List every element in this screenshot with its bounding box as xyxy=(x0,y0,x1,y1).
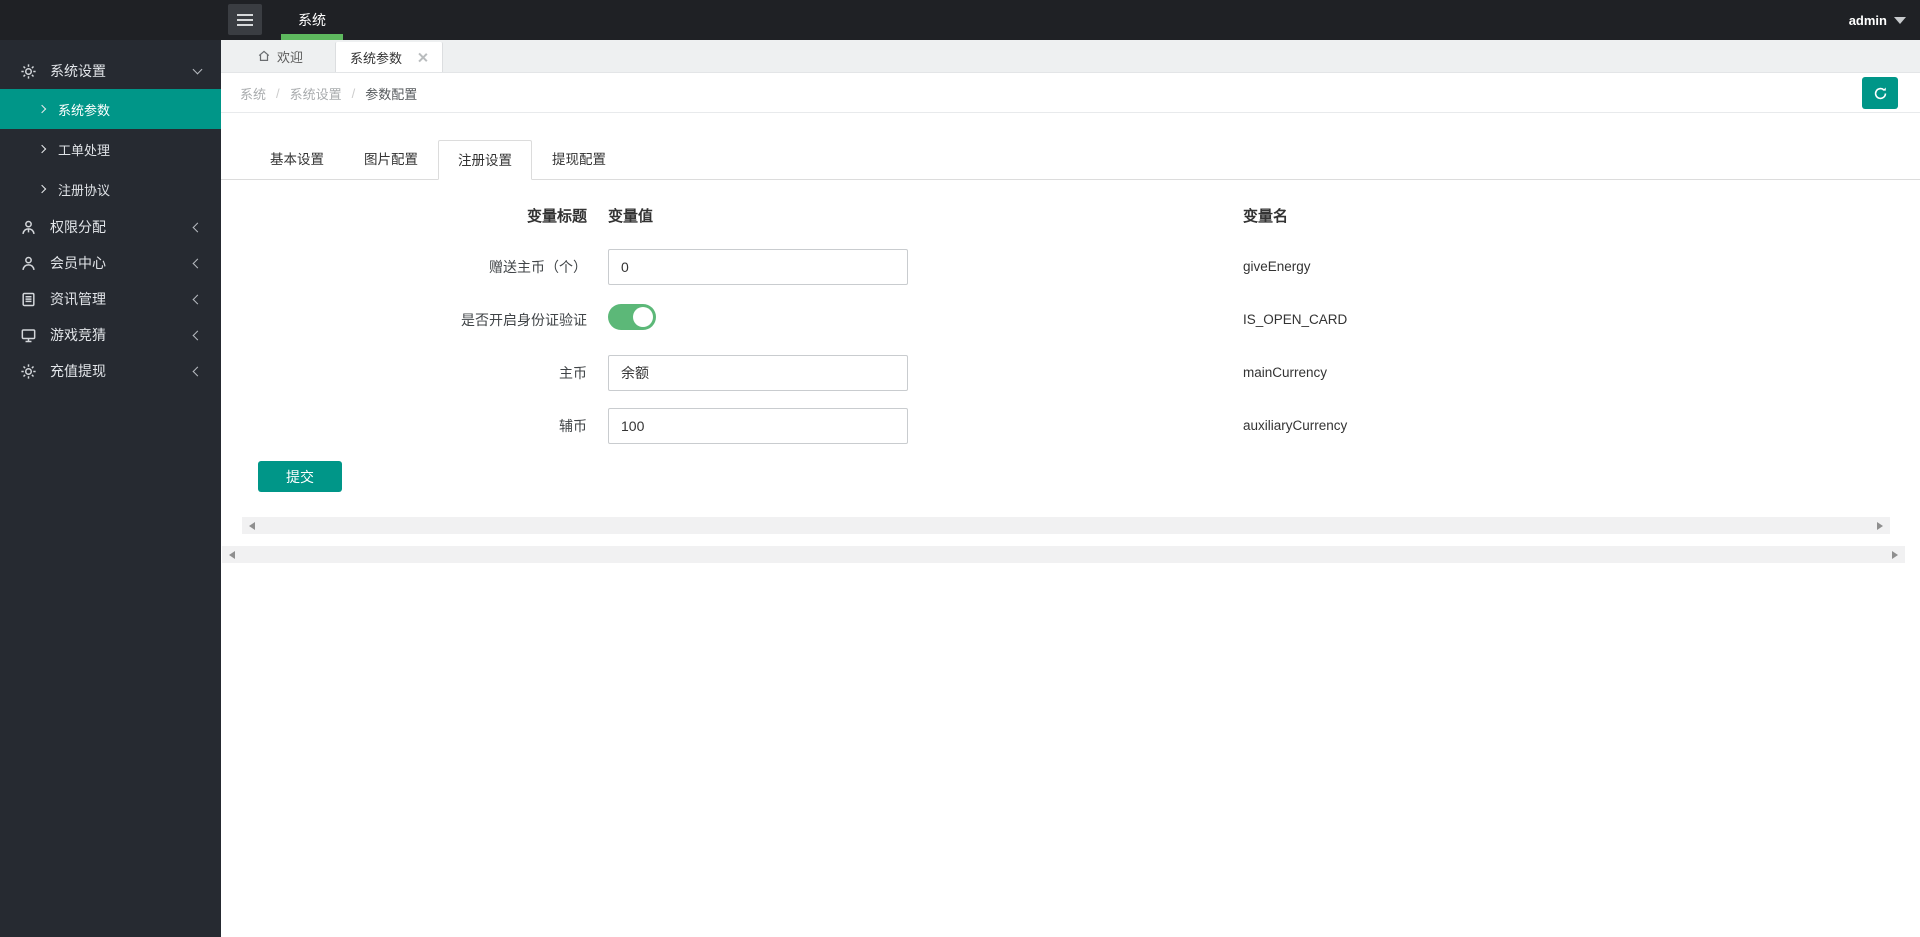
submit-button[interactable]: 提交 xyxy=(258,461,342,492)
id-verify-toggle[interactable] xyxy=(608,304,656,330)
field-label: 赠送主币（个） xyxy=(489,258,587,275)
scroll-right-arrow-icon[interactable] xyxy=(1877,521,1883,530)
chevron-right-icon xyxy=(37,104,47,114)
breadcrumb-separator: / xyxy=(276,85,280,101)
book-icon xyxy=(20,291,37,308)
table-row: 主币 mainCurrency xyxy=(221,346,1920,399)
sidebar-toggle-button[interactable] xyxy=(228,4,262,35)
field-label: 主币 xyxy=(559,364,587,381)
breadcrumb: 系统 / 系统设置 / 参数配置 xyxy=(240,73,417,113)
horizontal-scrollbar-inner[interactable] xyxy=(242,517,1890,534)
scroll-right-arrow-icon[interactable] xyxy=(1892,550,1898,559)
sidebar-item-label: 权限分配 xyxy=(50,219,106,235)
chevron-right-icon xyxy=(37,184,47,194)
sidebar-item-game-guess[interactable]: 游戏竞猜 xyxy=(0,317,221,353)
tab-withdraw-config[interactable]: 提现配置 xyxy=(532,140,626,180)
sidebar-item-member-center[interactable]: 会员中心 xyxy=(0,245,221,281)
window-tab-bar: 欢迎 系统参数 xyxy=(221,40,1920,73)
give-energy-input[interactable] xyxy=(608,248,908,285)
breadcrumb-bar: 系统 / 系统设置 / 参数配置 xyxy=(221,73,1920,113)
variable-name: giveEnergy xyxy=(1243,259,1311,274)
variable-name: auxiliaryCurrency xyxy=(1243,418,1348,433)
table-row: 赠送主币（个） giveEnergy xyxy=(221,240,1920,293)
username: admin xyxy=(1848,12,1887,28)
tab-image-config[interactable]: 图片配置 xyxy=(344,140,438,180)
breadcrumb-separator: / xyxy=(351,85,356,101)
variable-name: mainCurrency xyxy=(1243,365,1328,380)
breadcrumb-item-current: 参数配置 xyxy=(365,86,418,102)
breadcrumb-item[interactable]: 系统设置 xyxy=(290,84,342,103)
chevron-left-icon xyxy=(192,258,203,268)
scroll-left-arrow-icon[interactable] xyxy=(229,550,235,559)
settings-panel: 基本设置 图片配置 注册设置 提现配置 变量标题 变量值 变量名 赠送主币（个）… xyxy=(221,113,1920,492)
toggle-knob xyxy=(633,307,653,327)
chevron-left-icon xyxy=(192,330,203,340)
field-label: 辅币 xyxy=(559,417,587,434)
sidebar-subitem-register-agreement[interactable]: 注册协议 xyxy=(0,169,221,209)
horizontal-scrollbar-outer[interactable] xyxy=(222,546,1905,563)
sidebar-subitem-label: 系统参数 xyxy=(58,102,111,118)
sidebar-item-label: 资讯管理 xyxy=(50,291,106,307)
sidebar-item-news-management[interactable]: 资讯管理 xyxy=(0,281,221,317)
column-header-name: 变量名 xyxy=(1243,207,1289,225)
auxiliary-currency-input[interactable] xyxy=(608,407,908,444)
table-row: 辅币 auxiliaryCurrency xyxy=(221,399,1920,452)
sidebar-subitem-label: 工单处理 xyxy=(58,142,111,158)
tab-register-settings[interactable]: 注册设置 xyxy=(438,140,532,180)
gear-icon xyxy=(20,363,37,380)
table-row: 是否开启身份证验证 IS_OPEN_CARD xyxy=(221,293,1920,346)
main-currency-input[interactable] xyxy=(608,354,908,391)
home-icon xyxy=(258,50,270,61)
active-nav-underline xyxy=(281,34,343,40)
refresh-icon xyxy=(1874,86,1886,99)
topnav-item-system[interactable]: 系统 xyxy=(281,0,343,40)
hamburger-icon xyxy=(237,13,253,26)
tab-system-params[interactable]: 系统参数 xyxy=(335,42,444,72)
sidebar-item-system-settings[interactable]: 系统设置 xyxy=(0,53,221,89)
sidebar-item-permissions[interactable]: 权限分配 xyxy=(0,209,221,245)
topbar: 系统 admin xyxy=(0,0,1920,40)
gear-icon xyxy=(20,63,37,80)
field-label: 是否开启身份证验证 xyxy=(461,311,587,328)
variable-name: IS_OPEN_CARD xyxy=(1243,312,1348,327)
chevron-left-icon xyxy=(192,222,203,232)
sidebar-item-label: 游戏竞猜 xyxy=(50,327,106,343)
sidebar-subitem-label: 注册协议 xyxy=(58,182,111,198)
chevron-left-icon xyxy=(192,366,203,376)
sidebar-item-label: 充值提现 xyxy=(50,363,106,379)
settings-tabs: 基本设置 图片配置 注册设置 提现配置 xyxy=(221,140,1920,180)
sidebar-subitem-work-orders[interactable]: 工单处理 xyxy=(0,129,221,169)
topnav-label: 系统 xyxy=(298,12,326,28)
table-header-row: 变量标题 变量值 变量名 xyxy=(221,190,1920,240)
chevron-down-icon xyxy=(1894,16,1906,24)
chevron-right-icon xyxy=(37,144,47,154)
sidebar: 系统设置 系统参数 工单处理 注册协议 权限分配 会员中心 资讯管理 游戏竞猜 … xyxy=(0,40,221,937)
tab-label: 系统参数 xyxy=(350,50,403,66)
tab-label: 欢迎 xyxy=(277,49,304,65)
close-icon[interactable] xyxy=(417,52,428,63)
sidebar-item-label: 会员中心 xyxy=(50,255,106,271)
tab-basic-settings[interactable]: 基本设置 xyxy=(250,140,344,180)
sidebar-item-recharge-withdraw[interactable]: 充值提现 xyxy=(0,353,221,389)
column-header-value: 变量值 xyxy=(608,207,654,225)
refresh-button[interactable] xyxy=(1862,77,1898,109)
chevron-down-icon xyxy=(192,64,203,75)
column-header-title: 变量标题 xyxy=(526,207,587,225)
monitor-icon xyxy=(20,327,37,344)
user-menu[interactable]: admin xyxy=(1849,0,1906,40)
main-content: 欢迎 系统参数 系统 / 系统设置 / 参数配置 基本设置 图片配置 注册设置 … xyxy=(221,40,1920,937)
sidebar-item-label: 系统设置 xyxy=(50,63,106,79)
user-icon xyxy=(20,255,37,272)
tab-welcome[interactable]: 欢迎 xyxy=(243,40,317,72)
sidebar-subitem-system-params[interactable]: 系统参数 xyxy=(0,89,221,129)
params-table: 变量标题 变量值 变量名 赠送主币（个） giveEnergy 是否开启身份证验… xyxy=(221,190,1920,452)
user-tie-icon xyxy=(20,219,37,236)
breadcrumb-item[interactable]: 系统 xyxy=(240,84,266,103)
scroll-left-arrow-icon[interactable] xyxy=(249,521,255,530)
chevron-left-icon xyxy=(192,294,203,304)
